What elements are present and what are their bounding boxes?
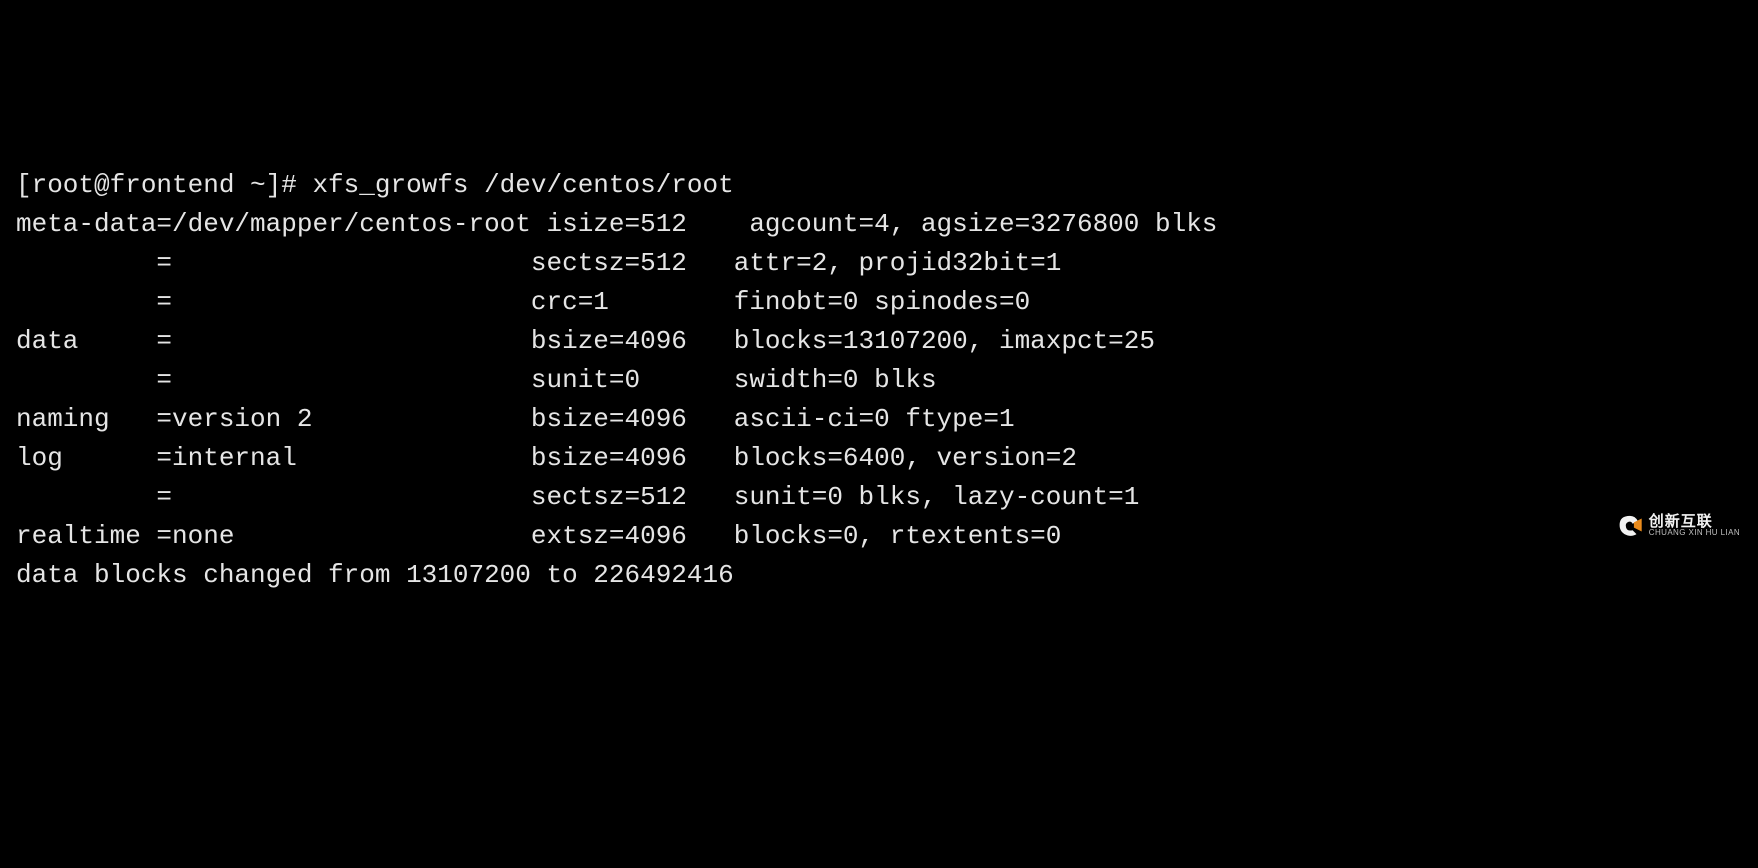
watermark-text-cn: 创新互联 — [1649, 514, 1740, 529]
output-line: realtime =none extsz=4096 blocks=0, rtex… — [16, 521, 1061, 551]
output-line: = sunit=0 swidth=0 blks — [16, 365, 937, 395]
watermark-text-en: CHUANG XIN HU LIAN — [1649, 529, 1740, 537]
output-line: naming =version 2 bsize=4096 ascii-ci=0 … — [16, 404, 1015, 434]
output-line: = sectsz=512 sunit=0 blks, lazy-count=1 — [16, 482, 1139, 512]
output-line: = crc=1 finobt=0 spinodes=0 — [16, 287, 1030, 317]
shell-command: xfs_growfs /dev/centos/root — [312, 170, 733, 200]
output-line: meta-data=/dev/mapper/centos-root isize=… — [16, 209, 1217, 239]
watermark-logo-icon — [1617, 512, 1643, 538]
output-line: log =internal bsize=4096 blocks=6400, ve… — [16, 443, 1077, 473]
output-line: data = bsize=4096 blocks=13107200, imaxp… — [16, 326, 1155, 356]
output-line: data blocks changed from 13107200 to 226… — [16, 560, 734, 590]
shell-prompt: [root@frontend ~]# — [16, 170, 312, 200]
output-line: = sectsz=512 attr=2, projid32bit=1 — [16, 248, 1061, 278]
terminal-output[interactable]: [root@frontend ~]# xfs_growfs /dev/cento… — [16, 166, 1742, 595]
watermark: 创新互联 CHUANG XIN HU LIAN — [1617, 512, 1740, 538]
